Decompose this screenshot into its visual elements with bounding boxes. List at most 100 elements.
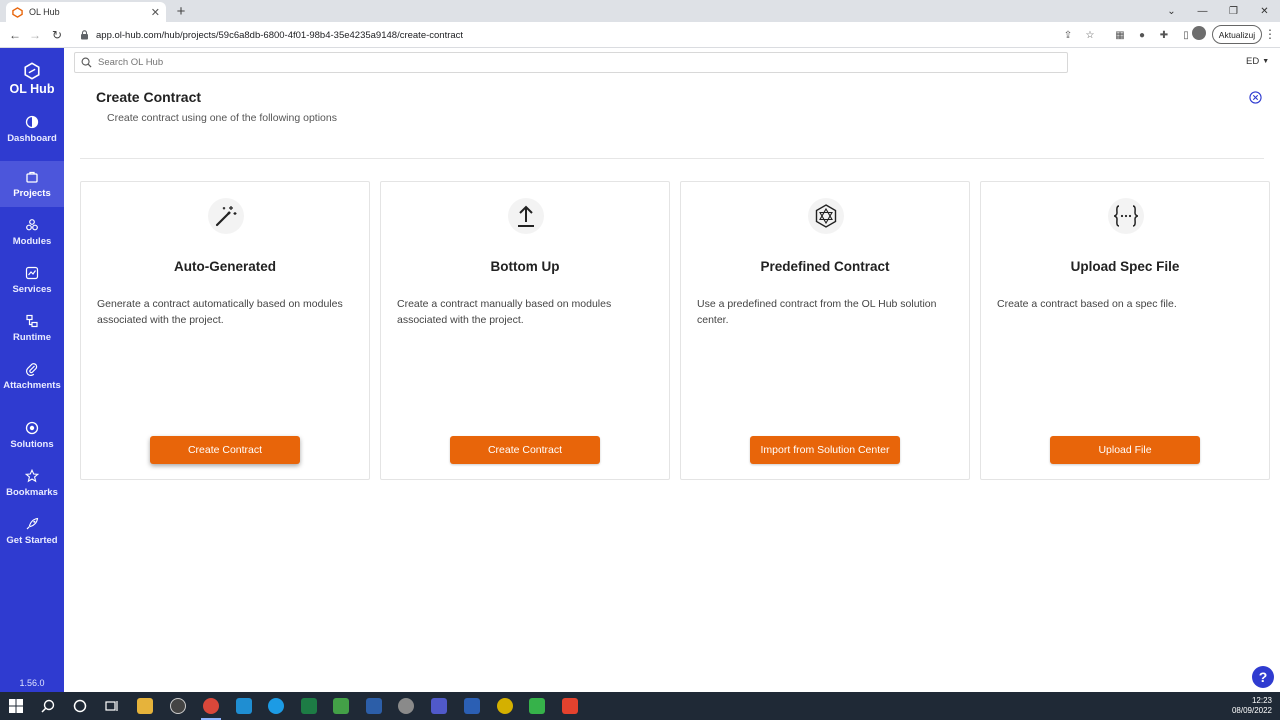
sidebar-item-dashboard[interactable]: Dashboard bbox=[0, 106, 64, 152]
option-card-predefined-contract: Predefined Contract Use a predefined con… bbox=[680, 181, 970, 480]
sidebar-item-label: Bookmarks bbox=[6, 486, 58, 498]
brand-name: OL Hub bbox=[9, 82, 55, 96]
taskbar-clock[interactable]: 12:23 08/09/2022 bbox=[1232, 696, 1272, 716]
share-icon[interactable]: ⇪ bbox=[1060, 27, 1076, 43]
forward-icon[interactable]: → bbox=[26, 26, 44, 44]
reload-icon[interactable]: ↻ bbox=[48, 26, 66, 44]
modules-icon bbox=[26, 218, 38, 230]
lock-icon bbox=[80, 30, 90, 40]
network-app-icon[interactable] bbox=[236, 698, 252, 714]
brand[interactable]: OL Hub bbox=[0, 62, 64, 96]
profile-avatar[interactable] bbox=[1192, 26, 1206, 40]
green-app-icon[interactable] bbox=[529, 698, 545, 714]
sidebar-item-label: Projects bbox=[13, 187, 51, 199]
app-sidebar: OL Hub Dashboard Projects Modules Servic… bbox=[0, 48, 64, 692]
card-description: Create a contract manually based on modu… bbox=[397, 298, 612, 326]
red-app-icon[interactable] bbox=[562, 698, 578, 714]
sidebar-item-services[interactable]: Services bbox=[0, 257, 64, 303]
extension-icon[interactable]: ▦ bbox=[1112, 27, 1128, 43]
option-card-auto-generated: Auto-Generated Generate a contract autom… bbox=[80, 181, 370, 480]
clock-time: 12:23 bbox=[1251, 696, 1272, 705]
yellow-app-icon[interactable] bbox=[497, 698, 513, 714]
help-icon[interactable]: ? bbox=[1252, 666, 1274, 688]
close-tab-icon[interactable]: ✕ bbox=[151, 6, 160, 19]
back-icon[interactable]: ← bbox=[6, 26, 24, 44]
services-icon bbox=[25, 266, 39, 279]
address-url: app.ol-hub.com/hub/projects/59c6a8db-680… bbox=[96, 29, 464, 41]
extension-color-icon[interactable]: ● bbox=[1134, 27, 1150, 43]
card-description: Generate a contract automatically based … bbox=[97, 298, 343, 326]
powershell-icon[interactable] bbox=[366, 698, 382, 714]
omnibox-actions: ⇪ ☆ ▦ ● ✚ ▯ bbox=[1060, 25, 1194, 45]
file-explorer-icon[interactable] bbox=[137, 698, 153, 714]
global-search[interactable] bbox=[74, 52, 1068, 73]
user-initials: ED bbox=[1246, 56, 1260, 67]
browser-menu-icon[interactable]: ⋮ bbox=[1264, 27, 1276, 41]
sidebar-item-projects[interactable]: Projects bbox=[0, 161, 64, 207]
user-menu[interactable]: ED ▼ bbox=[1246, 56, 1269, 67]
card-description: Use a predefined contract from the OL Hu… bbox=[697, 298, 937, 326]
extensions-puzzle-icon[interactable]: ✚ bbox=[1156, 27, 1172, 43]
app-version: 1.56.0 bbox=[19, 678, 45, 688]
task-view-icon[interactable] bbox=[104, 698, 120, 714]
teams-icon[interactable] bbox=[431, 698, 447, 714]
sidebar-item-runtime[interactable]: Runtime bbox=[0, 305, 64, 351]
close-window-icon[interactable]: ✕ bbox=[1249, 0, 1280, 22]
browser-tabstrip: OL Hub ✕ + ⌄ — ❐ ✕ bbox=[0, 0, 1280, 22]
word-icon[interactable] bbox=[464, 698, 480, 714]
sidebar-item-bookmarks[interactable]: Bookmarks bbox=[0, 460, 64, 506]
caret-down-icon: ▼ bbox=[1262, 58, 1270, 65]
os-taskbar: 12:23 08/09/2022 bbox=[0, 692, 1280, 720]
upload-arrow-icon bbox=[508, 198, 544, 234]
page-title: Create Contract bbox=[96, 89, 202, 105]
tab-search-icon[interactable]: ⌄ bbox=[1156, 0, 1187, 22]
browser-tab-title: OL Hub bbox=[29, 7, 60, 17]
restore-icon[interactable]: ❐ bbox=[1218, 0, 1249, 22]
search-taskbar-icon[interactable] bbox=[40, 698, 56, 714]
sidebar-item-label: Dashboard bbox=[7, 132, 57, 144]
browser-toolbar: ← → ↻ app.ol-hub.com/hub/projects/59c6a8… bbox=[0, 22, 1280, 48]
create-contract-manual-button[interactable]: Create Contract bbox=[450, 436, 600, 464]
braces-icon bbox=[1108, 198, 1144, 234]
import-from-solution-center-button[interactable]: Import from Solution Center bbox=[750, 436, 900, 464]
card-title: Upload Spec File bbox=[1070, 259, 1180, 274]
chrome-icon[interactable] bbox=[203, 698, 219, 714]
edge-icon[interactable] bbox=[268, 698, 284, 714]
sidebar-item-solutions[interactable]: Solutions bbox=[0, 412, 64, 458]
upload-file-button[interactable]: Upload File bbox=[1050, 436, 1200, 464]
sidebar-item-attachments[interactable]: Attachments bbox=[0, 353, 64, 399]
projects-icon bbox=[26, 171, 38, 183]
polyhedron-icon bbox=[808, 198, 844, 234]
option-card-upload-spec-file: Upload Spec File Create a contract based… bbox=[980, 181, 1270, 480]
close-circle-icon[interactable] bbox=[1249, 91, 1262, 104]
browser-tab[interactable]: OL Hub ✕ bbox=[6, 2, 166, 22]
paperclip-icon bbox=[26, 362, 38, 376]
sidebar-item-modules[interactable]: Modules bbox=[0, 209, 64, 255]
page-subtitle: Create contract using one of the followi… bbox=[107, 112, 337, 124]
dell-icon[interactable] bbox=[170, 698, 186, 714]
solutions-icon bbox=[25, 421, 39, 434]
excel-icon[interactable] bbox=[301, 698, 317, 714]
sidebar-item-label: Services bbox=[12, 283, 52, 295]
windows-start-icon[interactable] bbox=[8, 698, 24, 714]
search-icon bbox=[81, 57, 92, 68]
window-controls: ⌄ — ❐ ✕ bbox=[1156, 0, 1280, 22]
ol-hub-favicon-icon bbox=[12, 6, 23, 18]
create-contract-button[interactable]: Create Contract bbox=[150, 436, 300, 464]
minimize-icon[interactable]: — bbox=[1187, 0, 1218, 22]
sidebar-item-label: Solutions bbox=[10, 438, 54, 450]
settings-app-icon[interactable] bbox=[398, 698, 414, 714]
sidebar-item-label: Attachments bbox=[3, 379, 61, 391]
update-button[interactable]: Aktualizuj bbox=[1212, 25, 1262, 44]
notepad-app-icon[interactable] bbox=[333, 698, 349, 714]
search-input[interactable] bbox=[98, 57, 1067, 68]
address-bar[interactable]: app.ol-hub.com/hub/projects/59c6a8db-680… bbox=[74, 25, 1102, 45]
sidebar-item-label: Runtime bbox=[13, 331, 51, 343]
dashboard-icon bbox=[25, 115, 39, 128]
new-tab-icon[interactable]: + bbox=[172, 2, 190, 20]
cortana-icon[interactable] bbox=[72, 698, 88, 714]
bookmark-star-icon[interactable]: ☆ bbox=[1082, 27, 1098, 43]
sidebar-item-get-started[interactable]: Get Started bbox=[0, 508, 64, 554]
card-title: Predefined Contract bbox=[760, 259, 890, 274]
sidebar-item-label: Modules bbox=[12, 235, 52, 247]
